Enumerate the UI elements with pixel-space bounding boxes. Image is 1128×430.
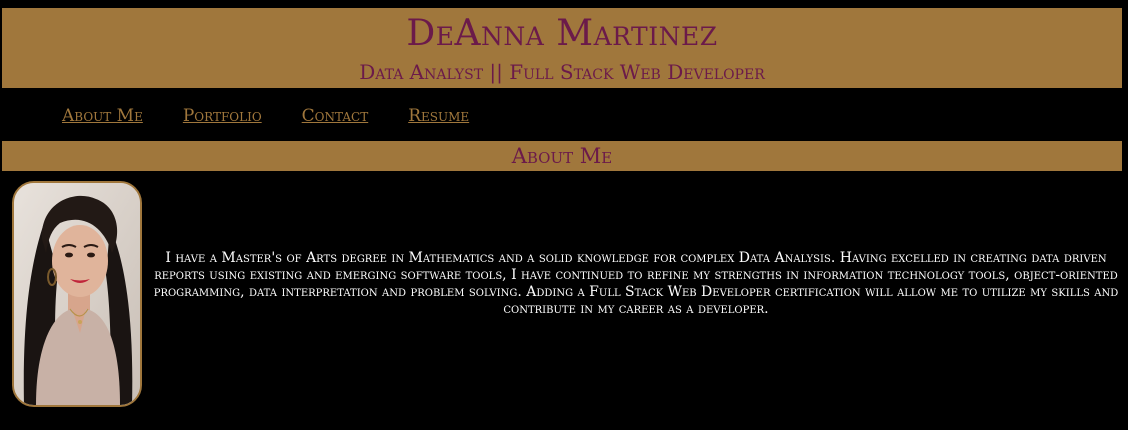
about-section-title: About Me: [511, 144, 613, 168]
nav-link-portfolio[interactable]: Portfolio: [183, 104, 262, 128]
site-header: DeAnna Martinez Data Analyst || Full Sta…: [2, 8, 1122, 88]
main-nav: About Me Portfolio Contact Resume: [62, 104, 469, 128]
nav-link-about-me[interactable]: About Me: [62, 104, 143, 128]
profile-photo-illustration: [14, 183, 140, 405]
nav-link-resume[interactable]: Resume: [408, 104, 469, 128]
profile-photo: [12, 181, 142, 407]
about-section-bar: About Me: [2, 141, 1122, 171]
site-title: DeAnna Martinez: [406, 13, 718, 54]
site-subtitle: Data Analyst || Full Stack Web Developer: [359, 60, 765, 84]
nav-link-contact[interactable]: Contact: [302, 104, 369, 128]
about-paragraph: I have a Master's of Arts degree in Math…: [153, 250, 1119, 317]
